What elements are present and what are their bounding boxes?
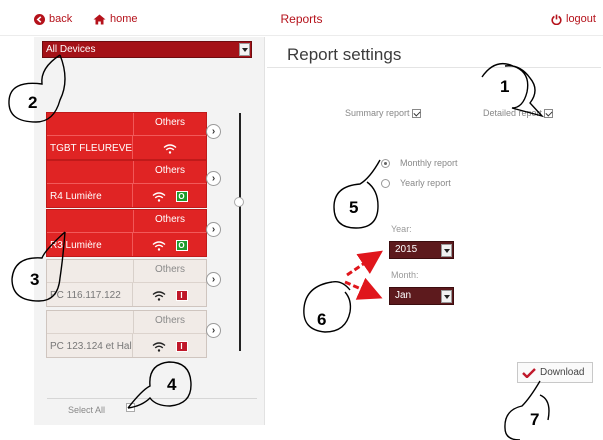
chevron-down-icon — [239, 43, 250, 56]
detailed-report-option[interactable]: Detailed report — [483, 108, 554, 118]
summary-report-option[interactable]: Summary report — [345, 108, 421, 118]
device-card[interactable]: Others PC 123.124 et Hall I — [46, 310, 207, 358]
callout-number: 1 — [500, 77, 510, 96]
wifi-icon — [152, 191, 165, 202]
select-all-checkbox[interactable] — [126, 403, 135, 412]
page-title: Reports — [280, 12, 323, 26]
callout-number: 5 — [349, 198, 359, 217]
logout-label: logout — [566, 13, 596, 25]
wifi-icon — [152, 290, 165, 301]
status-badge: O — [175, 191, 188, 202]
device-card[interactable]: Others R4 Lumière O — [46, 160, 207, 208]
callout-number: 4 — [167, 375, 177, 394]
device-name: R4 Lumière — [47, 184, 133, 207]
yearly-report-radio[interactable] — [381, 178, 390, 188]
summary-report-checkbox[interactable] — [411, 108, 421, 118]
yearly-report-label: Yearly report — [400, 178, 451, 188]
device-name: PC 123.124 et Hall — [47, 334, 133, 357]
wifi-icon — [163, 143, 176, 154]
callout-number: 6 — [317, 310, 327, 329]
detailed-report-label: Detailed report — [483, 108, 543, 118]
month-select[interactable]: Jan — [389, 287, 454, 305]
year-select[interactable]: 2015 — [389, 241, 454, 259]
device-name: PC 116.117.122 — [47, 283, 133, 306]
top-bar: back home Reports logout — [0, 0, 603, 36]
device-name: R3 Lumière — [47, 233, 133, 256]
report-settings-panel: Report settings Summary report Detailed … — [265, 37, 603, 425]
month-value: Jan — [395, 290, 412, 301]
chevron-right-icon[interactable]: › — [206, 272, 221, 287]
monthly-report-option[interactable]: Monthly report — [381, 158, 458, 168]
checkmark-icon — [522, 367, 536, 378]
scrollbar-thumb[interactable] — [234, 197, 244, 207]
download-button[interactable]: Download — [517, 362, 593, 383]
device-card[interactable]: Others TGBT FLEUREVE — [46, 112, 207, 160]
status-badge: O — [175, 240, 188, 251]
section-title: Report settings — [287, 45, 402, 64]
divider — [47, 398, 257, 399]
power-icon — [551, 14, 562, 25]
status-badge: I — [175, 290, 188, 301]
callout-number: 2 — [28, 93, 38, 112]
status-badge: I — [175, 341, 188, 352]
logout-link[interactable]: logout — [551, 13, 596, 25]
year-value: 2015 — [395, 244, 418, 255]
device-category: Others — [133, 260, 206, 282]
device-category: Others — [133, 311, 206, 333]
chevron-right-icon[interactable]: › — [206, 222, 221, 237]
scrollbar-track[interactable] — [239, 113, 241, 351]
chevron-right-icon[interactable]: › — [206, 323, 221, 338]
app-window: { "topbar": { "back_label": "back", "hom… — [0, 0, 603, 440]
device-category: Others — [133, 113, 206, 135]
device-name: TGBT FLEUREVE — [47, 136, 133, 159]
year-label: Year: — [391, 224, 412, 234]
device-card[interactable]: Others PC 116.117.122 I — [46, 259, 207, 307]
device-card[interactable]: Others R3 Lumière O — [46, 209, 207, 257]
yearly-report-option[interactable]: Yearly report — [381, 178, 451, 188]
summary-report-label: Summary report — [345, 108, 410, 118]
chevron-right-icon[interactable]: › — [206, 124, 221, 139]
divider — [267, 67, 601, 68]
chevron-down-icon — [441, 290, 452, 303]
callout-number: 7 — [530, 410, 540, 429]
monthly-report-label: Monthly report — [400, 158, 458, 168]
device-category: Others — [133, 210, 206, 232]
device-panel: All Devices Others TGBT FLEUREVE › Other… — [34, 37, 265, 425]
select-all-label: Select All — [68, 405, 106, 415]
chevron-down-icon — [441, 244, 452, 257]
device-category: Others — [133, 161, 206, 183]
wifi-icon — [152, 341, 165, 352]
device-filter-value: All Devices — [46, 44, 96, 55]
device-filter-select[interactable]: All Devices — [42, 41, 252, 58]
month-label: Month: — [391, 270, 419, 280]
detailed-report-checkbox[interactable] — [544, 108, 554, 118]
wifi-icon — [152, 240, 165, 251]
monthly-report-radio[interactable] — [381, 158, 390, 168]
download-label: Download — [540, 367, 585, 378]
chevron-right-icon[interactable]: › — [206, 171, 221, 186]
callout-number: 3 — [30, 270, 40, 289]
